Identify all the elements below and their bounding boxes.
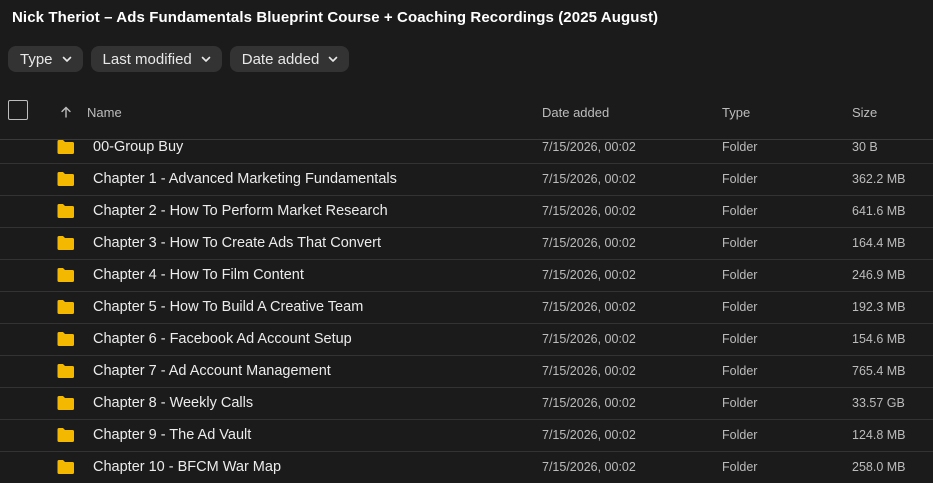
- folder-icon: [56, 171, 75, 187]
- table-row[interactable]: Chapter 9 - The Ad Vault 7/15/2026, 00:02…: [0, 420, 933, 452]
- column-header-date-added[interactable]: Date added: [542, 105, 609, 120]
- size-value: 164.4 MB: [852, 236, 906, 250]
- table-row[interactable]: Chapter 5 - How To Build A Creative Team…: [0, 292, 933, 324]
- date-added-value: 7/15/2026, 00:02: [542, 460, 636, 474]
- type-value: Folder: [722, 332, 758, 346]
- type-value: Folder: [722, 396, 758, 410]
- date-added-value: 7/15/2026, 00:02: [542, 204, 636, 218]
- folder-icon: [56, 139, 75, 155]
- folder-icon: [56, 459, 75, 475]
- table-row[interactable]: Chapter 8 - Weekly Calls 7/15/2026, 00:02…: [0, 388, 933, 420]
- folder-icon: [56, 235, 75, 251]
- file-name: Chapter 1 - Advanced Marketing Fundament…: [93, 171, 397, 187]
- file-name: Chapter 2 - How To Perform Market Resear…: [93, 203, 388, 219]
- file-name: Chapter 4 - How To Film Content: [93, 267, 304, 283]
- type-value: Folder: [722, 268, 758, 282]
- size-value: 246.9 MB: [852, 268, 906, 282]
- folder-icon: [56, 331, 75, 347]
- select-all-checkbox[interactable]: [8, 100, 28, 120]
- size-value: 124.8 MB: [852, 428, 906, 442]
- date-added-value: 7/15/2026, 00:02: [542, 268, 636, 282]
- type-value: Folder: [722, 140, 758, 154]
- type-value: Folder: [722, 172, 758, 186]
- size-value: 362.2 MB: [852, 172, 906, 186]
- size-value: 33.57 GB: [852, 396, 905, 410]
- table-row[interactable]: Chapter 1 - Advanced Marketing Fundament…: [0, 164, 933, 196]
- table-row[interactable]: Chapter 3 - How To Create Ads That Conve…: [0, 228, 933, 260]
- table-row[interactable]: Chapter 7 - Ad Account Management 7/15/20…: [0, 356, 933, 388]
- file-name: Chapter 6 - Facebook Ad Account Setup: [93, 331, 352, 347]
- file-name: 00-Group Buy: [93, 139, 184, 155]
- file-browser: Nick Theriot – Ads Fundamentals Blueprin…: [0, 0, 933, 483]
- date-added-value: 7/15/2026, 00:02: [542, 332, 636, 346]
- folder-icon: [56, 203, 75, 219]
- folder-icon: [56, 299, 75, 315]
- filter-type-button[interactable]: Type: [8, 46, 83, 72]
- file-name: Chapter 7 - Ad Account Management: [93, 363, 331, 379]
- chevron-down-icon: [61, 53, 73, 65]
- table-row[interactable]: Chapter 6 - Facebook Ad Account Setup 7/1…: [0, 324, 933, 356]
- table-row[interactable]: Chapter 4 - How To Film Content 7/15/2026…: [0, 260, 933, 292]
- file-name: Chapter 3 - How To Create Ads That Conve…: [93, 235, 381, 251]
- filter-last-modified-button[interactable]: Last modified: [90, 46, 222, 72]
- type-value: Folder: [722, 364, 758, 378]
- date-added-value: 7/15/2026, 00:02: [542, 140, 636, 154]
- type-value: Folder: [722, 204, 758, 218]
- type-value: Folder: [722, 300, 758, 314]
- file-name: Chapter 9 - The Ad Vault: [93, 427, 252, 443]
- size-value: 641.6 MB: [852, 204, 906, 218]
- arrow-up-icon[interactable]: [59, 105, 73, 119]
- page-title: Nick Theriot – Ads Fundamentals Blueprin…: [12, 9, 659, 26]
- file-name: Chapter 10 - BFCM War Map: [93, 459, 282, 475]
- date-added-value: 7/15/2026, 00:02: [542, 236, 636, 250]
- type-value: Folder: [722, 236, 758, 250]
- folder-icon: [56, 267, 75, 283]
- size-value: 258.0 MB: [852, 460, 906, 474]
- size-value: 154.6 MB: [852, 332, 906, 346]
- file-name: Chapter 5 - How To Build A Creative Team: [93, 299, 364, 315]
- filter-bar: Type Last modified Date added: [8, 46, 350, 72]
- table-row[interactable]: Chapter 10 - BFCM War Map 7/15/2026, 00:0…: [0, 452, 933, 483]
- size-value: 192.3 MB: [852, 300, 906, 314]
- filter-type-label: Type: [20, 50, 53, 68]
- column-header-name[interactable]: Name: [87, 105, 122, 120]
- chevron-down-icon: [327, 53, 339, 65]
- date-added-value: 7/15/2026, 00:02: [542, 364, 636, 378]
- table-row[interactable]: 00-Group Buy 7/15/2026, 00:02 Folder 30 B: [0, 132, 933, 164]
- date-added-value: 7/15/2026, 00:02: [542, 396, 636, 410]
- column-header-size[interactable]: Size: [852, 105, 877, 120]
- column-header-type[interactable]: Type: [722, 105, 750, 120]
- folder-icon: [56, 363, 75, 379]
- size-value: 30 B: [852, 140, 878, 154]
- type-value: Folder: [722, 460, 758, 474]
- size-value: 765.4 MB: [852, 364, 906, 378]
- folder-icon: [56, 395, 75, 411]
- filter-last-modified-label: Last modified: [102, 50, 192, 68]
- folder-icon: [56, 427, 75, 443]
- filter-date-added-button[interactable]: Date added: [229, 46, 350, 72]
- chevron-down-icon: [200, 53, 212, 65]
- date-added-value: 7/15/2026, 00:02: [542, 300, 636, 314]
- filter-date-added-label: Date added: [241, 50, 320, 68]
- date-added-value: 7/15/2026, 00:02: [542, 428, 636, 442]
- type-value: Folder: [722, 428, 758, 442]
- file-name: Chapter 8 - Weekly Calls: [93, 395, 254, 411]
- date-added-value: 7/15/2026, 00:02: [542, 172, 636, 186]
- table-row[interactable]: Chapter 2 - How To Perform Market Resear…: [0, 196, 933, 228]
